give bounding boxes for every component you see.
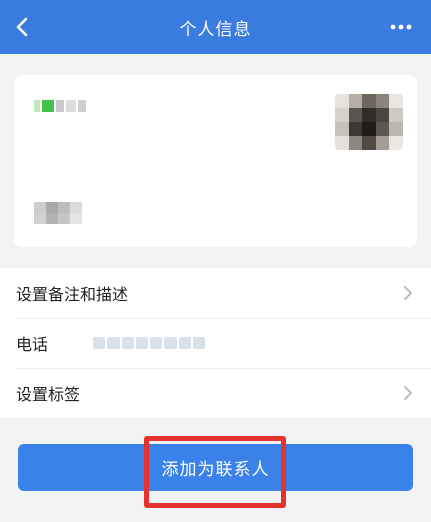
more-button[interactable] [387,14,415,40]
back-button[interactable] [8,13,36,41]
add-contact-wrapper: 添加为联系人 [18,444,413,491]
more-horizontal-icon [390,24,412,30]
chevron-left-icon [16,17,28,37]
set-remark-row[interactable]: 设置备注和描述 [0,268,431,318]
set-remark-label: 设置备注和描述 [16,285,129,304]
add-contact-button[interactable]: 添加为联系人 [18,444,413,491]
info-list: 设置备注和描述 电话 设置标签 [0,268,431,418]
profile-card [14,75,417,247]
phone-label: 电话 [16,335,49,354]
chevron-right-icon [404,286,412,300]
name-blurred [34,99,90,113]
phone-row[interactable]: 电话 [0,318,431,368]
nickname-blurred [34,202,82,224]
set-tag-label: 设置标签 [16,385,81,404]
page-title: 个人信息 [179,19,252,40]
avatar[interactable] [335,94,403,150]
chevron-right-icon [404,386,412,400]
set-tag-row[interactable]: 设置标签 [0,368,431,418]
app-header: 个人信息 [0,0,431,54]
phone-number-blurred [93,337,205,349]
